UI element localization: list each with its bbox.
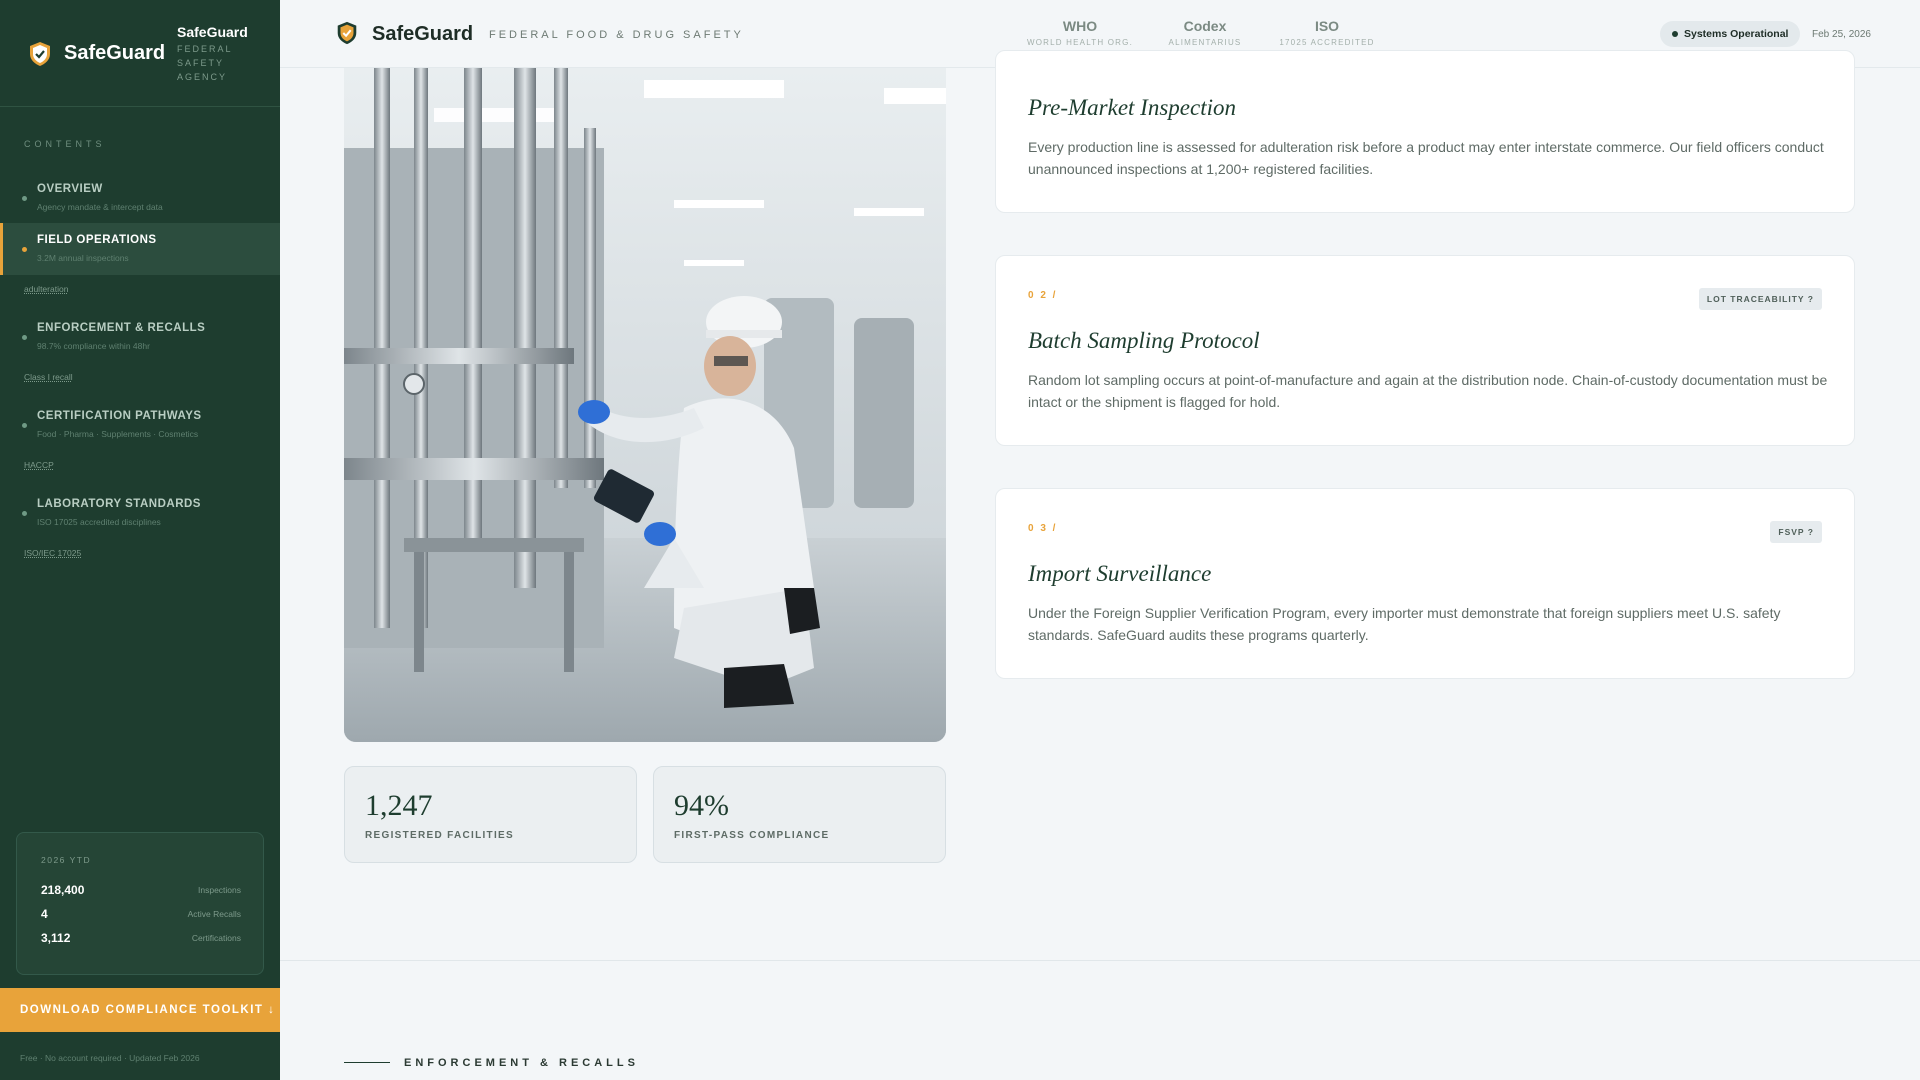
card-body: Every production line is assessed for ad… (1028, 139, 1824, 177)
status-dot-icon (1672, 31, 1678, 37)
ytd-value: 218,400 (41, 883, 85, 897)
section-title-rule (344, 1062, 390, 1063)
section-divider (280, 960, 1920, 961)
sidebar-item-desc: 98.7% compliance within 48hr (37, 341, 150, 351)
ytd-value: 4 (41, 907, 48, 921)
system-status-badge: Systems Operational (1660, 21, 1801, 47)
card-pre-market-inspection: Pre-Market Inspection Every production l… (995, 50, 1855, 213)
sidebar-item-desc: Food · Pharma · Supplements · Cosmetics (37, 429, 199, 439)
card-import-surveillance: 0 3 / FSVP ? Import Surveillance Under t… (995, 488, 1855, 679)
sidebar-item-desc: 3.2M annual inspections (37, 253, 129, 263)
standard-sub: WORLD HEALTH ORG. (1026, 38, 1134, 47)
standard-name: Codex (1183, 18, 1227, 34)
sidebar-item-laboratory[interactable]: LABORATORY STANDARDS ISO 17025 accredite… (0, 487, 280, 539)
status-text: Systems Operational (1684, 28, 1789, 40)
ytd-summary-card: 2026 YTD 218,400 Inspections 4 Active Re… (16, 832, 264, 975)
card-body: Under the Foreign Supplier Verification … (1028, 605, 1781, 643)
sidebar-tag-class-i-recall[interactable]: Class I recall (24, 372, 73, 382)
fsvp-badge[interactable]: FSVP ? (1770, 521, 1822, 543)
next-section-title: ENFORCEMENT & RECALLS (404, 1057, 639, 1069)
card-number: 0 3 / (1028, 523, 1058, 534)
header-date: Feb 25, 2026 (1812, 29, 1871, 40)
sidebar-tag-iso[interactable]: ISO/IEC 17025 (24, 548, 81, 558)
sidebar-foot-note: Free · No account required · Updated Feb… (20, 1053, 200, 1063)
sidebar-item-certification[interactable]: CERTIFICATION PATHWAYS Food · Pharma · S… (0, 399, 280, 451)
standard-iso: ISO 17025 ACCREDITED (1272, 18, 1382, 47)
shield-logo-icon (30, 42, 50, 66)
standard-sub: 17025 ACCREDITED (1279, 38, 1375, 47)
ytd-key: Certifications (191, 933, 241, 943)
standard-name: WHO (1062, 18, 1098, 34)
shield-logo-icon (337, 21, 357, 45)
stat-card-compliance: 94% FIRST-PASS COMPLIANCE (653, 766, 946, 863)
sidebar-item-title: FIELD OPERATIONS (37, 234, 157, 246)
download-toolkit-button[interactable]: DOWNLOAD COMPLIANCE TOOLKIT ↓ (0, 988, 280, 1032)
sidebar-brand: SafeGuard SafeGuard FEDERAL SAFETY AGENC… (0, 0, 280, 107)
ytd-row: 218,400 Inspections (41, 883, 241, 903)
sidebar-brand-subtitle: FEDERAL SAFETY AGENCY (177, 44, 233, 82)
sidebar-item-title: LABORATORY STANDARDS (37, 498, 201, 510)
lot-traceability-badge[interactable]: LOT TRACEABILITY ? (1698, 288, 1822, 310)
ytd-key: Inspections (198, 885, 241, 895)
header-brand-name[interactable]: SafeGuard (372, 23, 473, 46)
card-title: Pre-Market Inspection (1028, 95, 1236, 120)
contents-label: CONTENTS (24, 139, 106, 149)
bullet-icon (22, 335, 27, 340)
inspector-photo (344, 68, 946, 742)
sidebar-item-enforcement[interactable]: ENFORCEMENT & RECALLS 98.7% compliance w… (0, 311, 280, 363)
sidebar-item-desc: ISO 17025 accredited disciplines (37, 517, 161, 527)
header-tagline: FEDERAL FOOD & DRUG SAFETY (489, 29, 744, 41)
sidebar-item-overview[interactable]: OVERVIEW Agency mandate & intercept data (0, 172, 280, 224)
card-body: Random lot sampling occurs at point-of-m… (1028, 372, 1828, 410)
stat-value: 1,247 (365, 789, 433, 822)
bullet-icon (22, 247, 27, 252)
ytd-key: Active Recalls (187, 909, 241, 919)
stat-value: 94% (674, 789, 729, 822)
standard-codex: Codex ALIMENTARIUS (1150, 18, 1260, 47)
sidebar-brand-name-small: SafeGuard (177, 24, 248, 40)
sidebar-tag-adulteration[interactable]: adulteration (24, 284, 68, 294)
card-title: Import Surveillance (1028, 561, 1212, 586)
standard-sub: ALIMENTARIUS (1168, 38, 1242, 47)
stat-card-facilities: 1,247 REGISTERED FACILITIES (344, 766, 637, 863)
ytd-value: 3,112 (41, 931, 71, 945)
ytd-row: 3,112 Certifications (41, 931, 241, 951)
ytd-row: 4 Active Recalls (41, 907, 241, 927)
card-batch-sampling: 0 2 / LOT TRACEABILITY ? Batch Sampling … (995, 255, 1855, 446)
sidebar-brand-name: SafeGuard (64, 42, 166, 64)
stat-label: REGISTERED FACILITIES (365, 830, 514, 841)
sidebar-item-title: ENFORCEMENT & RECALLS (37, 322, 206, 334)
ytd-label: 2026 YTD (41, 855, 92, 865)
standard-who: WHO WORLD HEALTH ORG. (1025, 18, 1135, 47)
standard-name: ISO (1314, 18, 1340, 34)
bullet-icon (22, 511, 27, 516)
card-title: Batch Sampling Protocol (1028, 328, 1260, 353)
stat-label: FIRST-PASS COMPLIANCE (674, 830, 830, 841)
sidebar-item-field-operations[interactable]: FIELD OPERATIONS 3.2M annual inspections (0, 223, 280, 275)
sidebar-item-desc: Agency mandate & intercept data (37, 202, 163, 212)
sidebar-item-title: OVERVIEW (37, 183, 103, 195)
bullet-icon (22, 196, 27, 201)
card-number: 0 2 / (1028, 290, 1058, 301)
bullet-icon (22, 423, 27, 428)
sidebar-tag-haccp[interactable]: HACCP (24, 460, 54, 470)
sidebar-item-title: CERTIFICATION PATHWAYS (37, 410, 202, 422)
sidebar: SafeGuard SafeGuard FEDERAL SAFETY AGENC… (0, 0, 280, 1080)
facility-inspection-image (344, 68, 946, 742)
